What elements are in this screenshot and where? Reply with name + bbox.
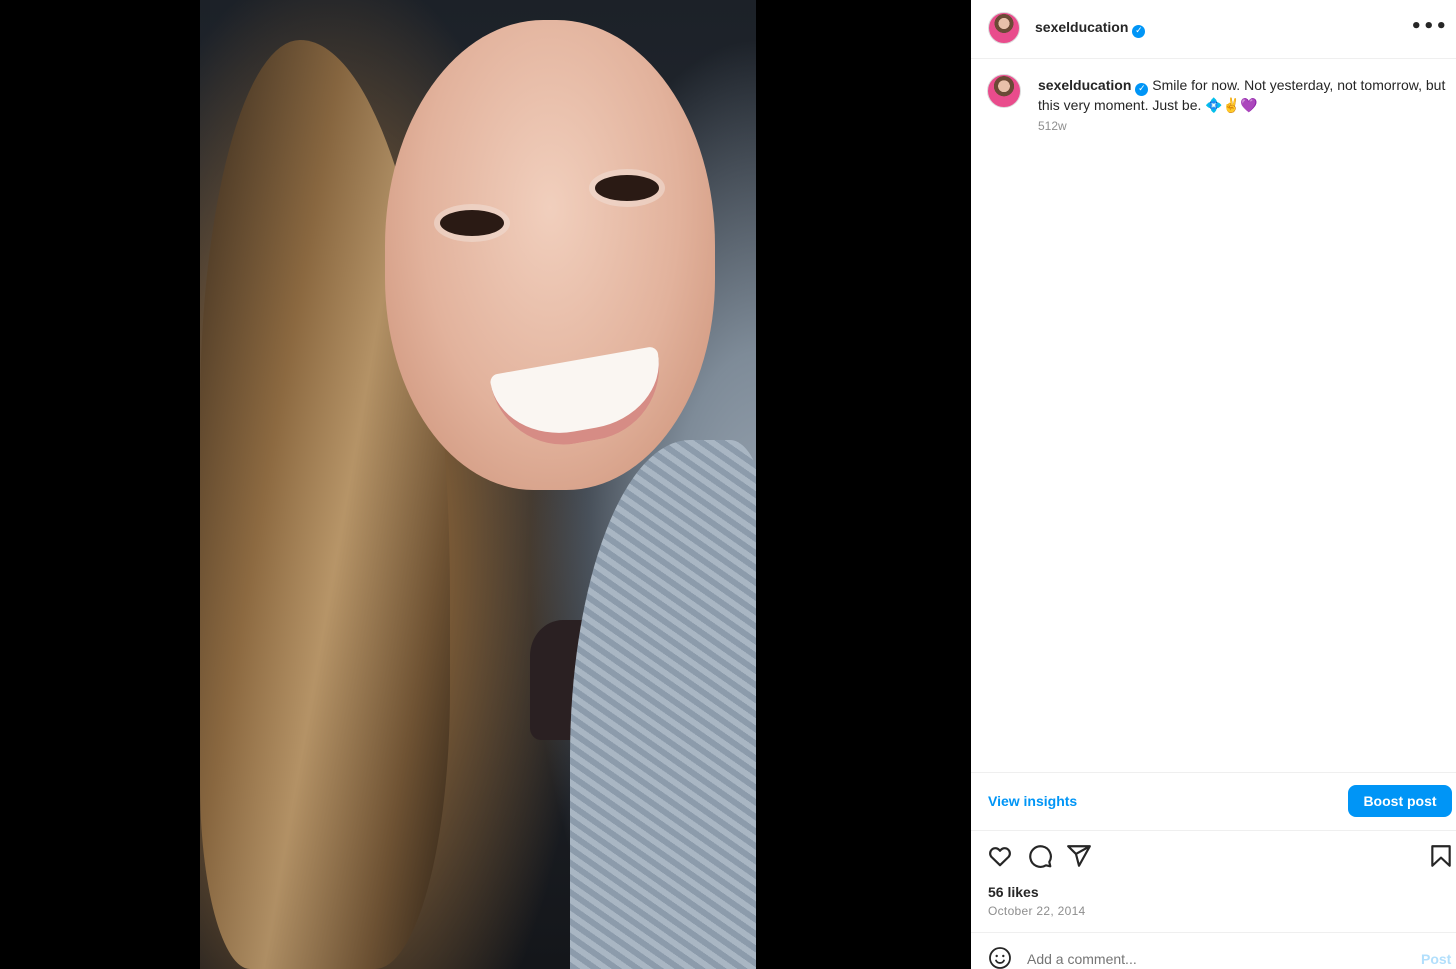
post-photo (200, 0, 756, 969)
instagram-post-view: sexelducation ✓ ••• sexelducation ✓ Smile … (0, 0, 1456, 969)
caption-avatar[interactable] (987, 74, 1021, 108)
caption-timestamp[interactable]: 512w (1038, 119, 1067, 133)
post-header: sexelducation ✓ ••• (971, 0, 1456, 59)
post-comment-button[interactable]: Post (1421, 951, 1451, 967)
comment-bar: Post (971, 932, 1456, 969)
caption-verified-badge-icon: ✓ (1135, 83, 1149, 96)
caption-emoji: 💠✌️💜 (1205, 98, 1258, 114)
header-username-row: sexelducation ✓ (1035, 19, 1146, 38)
caption-username[interactable]: sexelducation (1038, 77, 1131, 93)
post-side-panel: sexelducation ✓ ••• sexelducation ✓ Smile … (971, 0, 1456, 969)
share-icon[interactable] (1066, 843, 1092, 869)
likes-count[interactable]: 56 likes (988, 884, 1039, 900)
boost-post-button[interactable]: Boost post (1348, 785, 1452, 817)
verified-badge-icon: ✓ (1132, 25, 1146, 38)
post-media[interactable] (0, 0, 971, 969)
caption-text: sexelducation ✓ Smile for now. Not yester… (1038, 76, 1448, 115)
comment-icon[interactable] (1027, 843, 1053, 869)
insights-bar: View insights Boost post (971, 772, 1456, 831)
photo-eye-left (440, 210, 504, 236)
view-insights-link[interactable]: View insights (988, 793, 1077, 809)
photo-scarf (570, 440, 756, 969)
comment-input[interactable] (1027, 951, 1407, 967)
action-bar (971, 840, 1456, 870)
header-username[interactable]: sexelducation (1035, 19, 1128, 35)
header-avatar[interactable] (988, 12, 1020, 44)
emoji-picker-icon[interactable] (988, 946, 1012, 969)
more-options-icon[interactable]: ••• (1410, 16, 1448, 38)
heart-icon[interactable] (987, 843, 1013, 869)
post-date: October 22, 2014 (988, 904, 1086, 918)
bookmark-icon[interactable] (1428, 843, 1454, 869)
photo-eye-right (595, 175, 659, 201)
